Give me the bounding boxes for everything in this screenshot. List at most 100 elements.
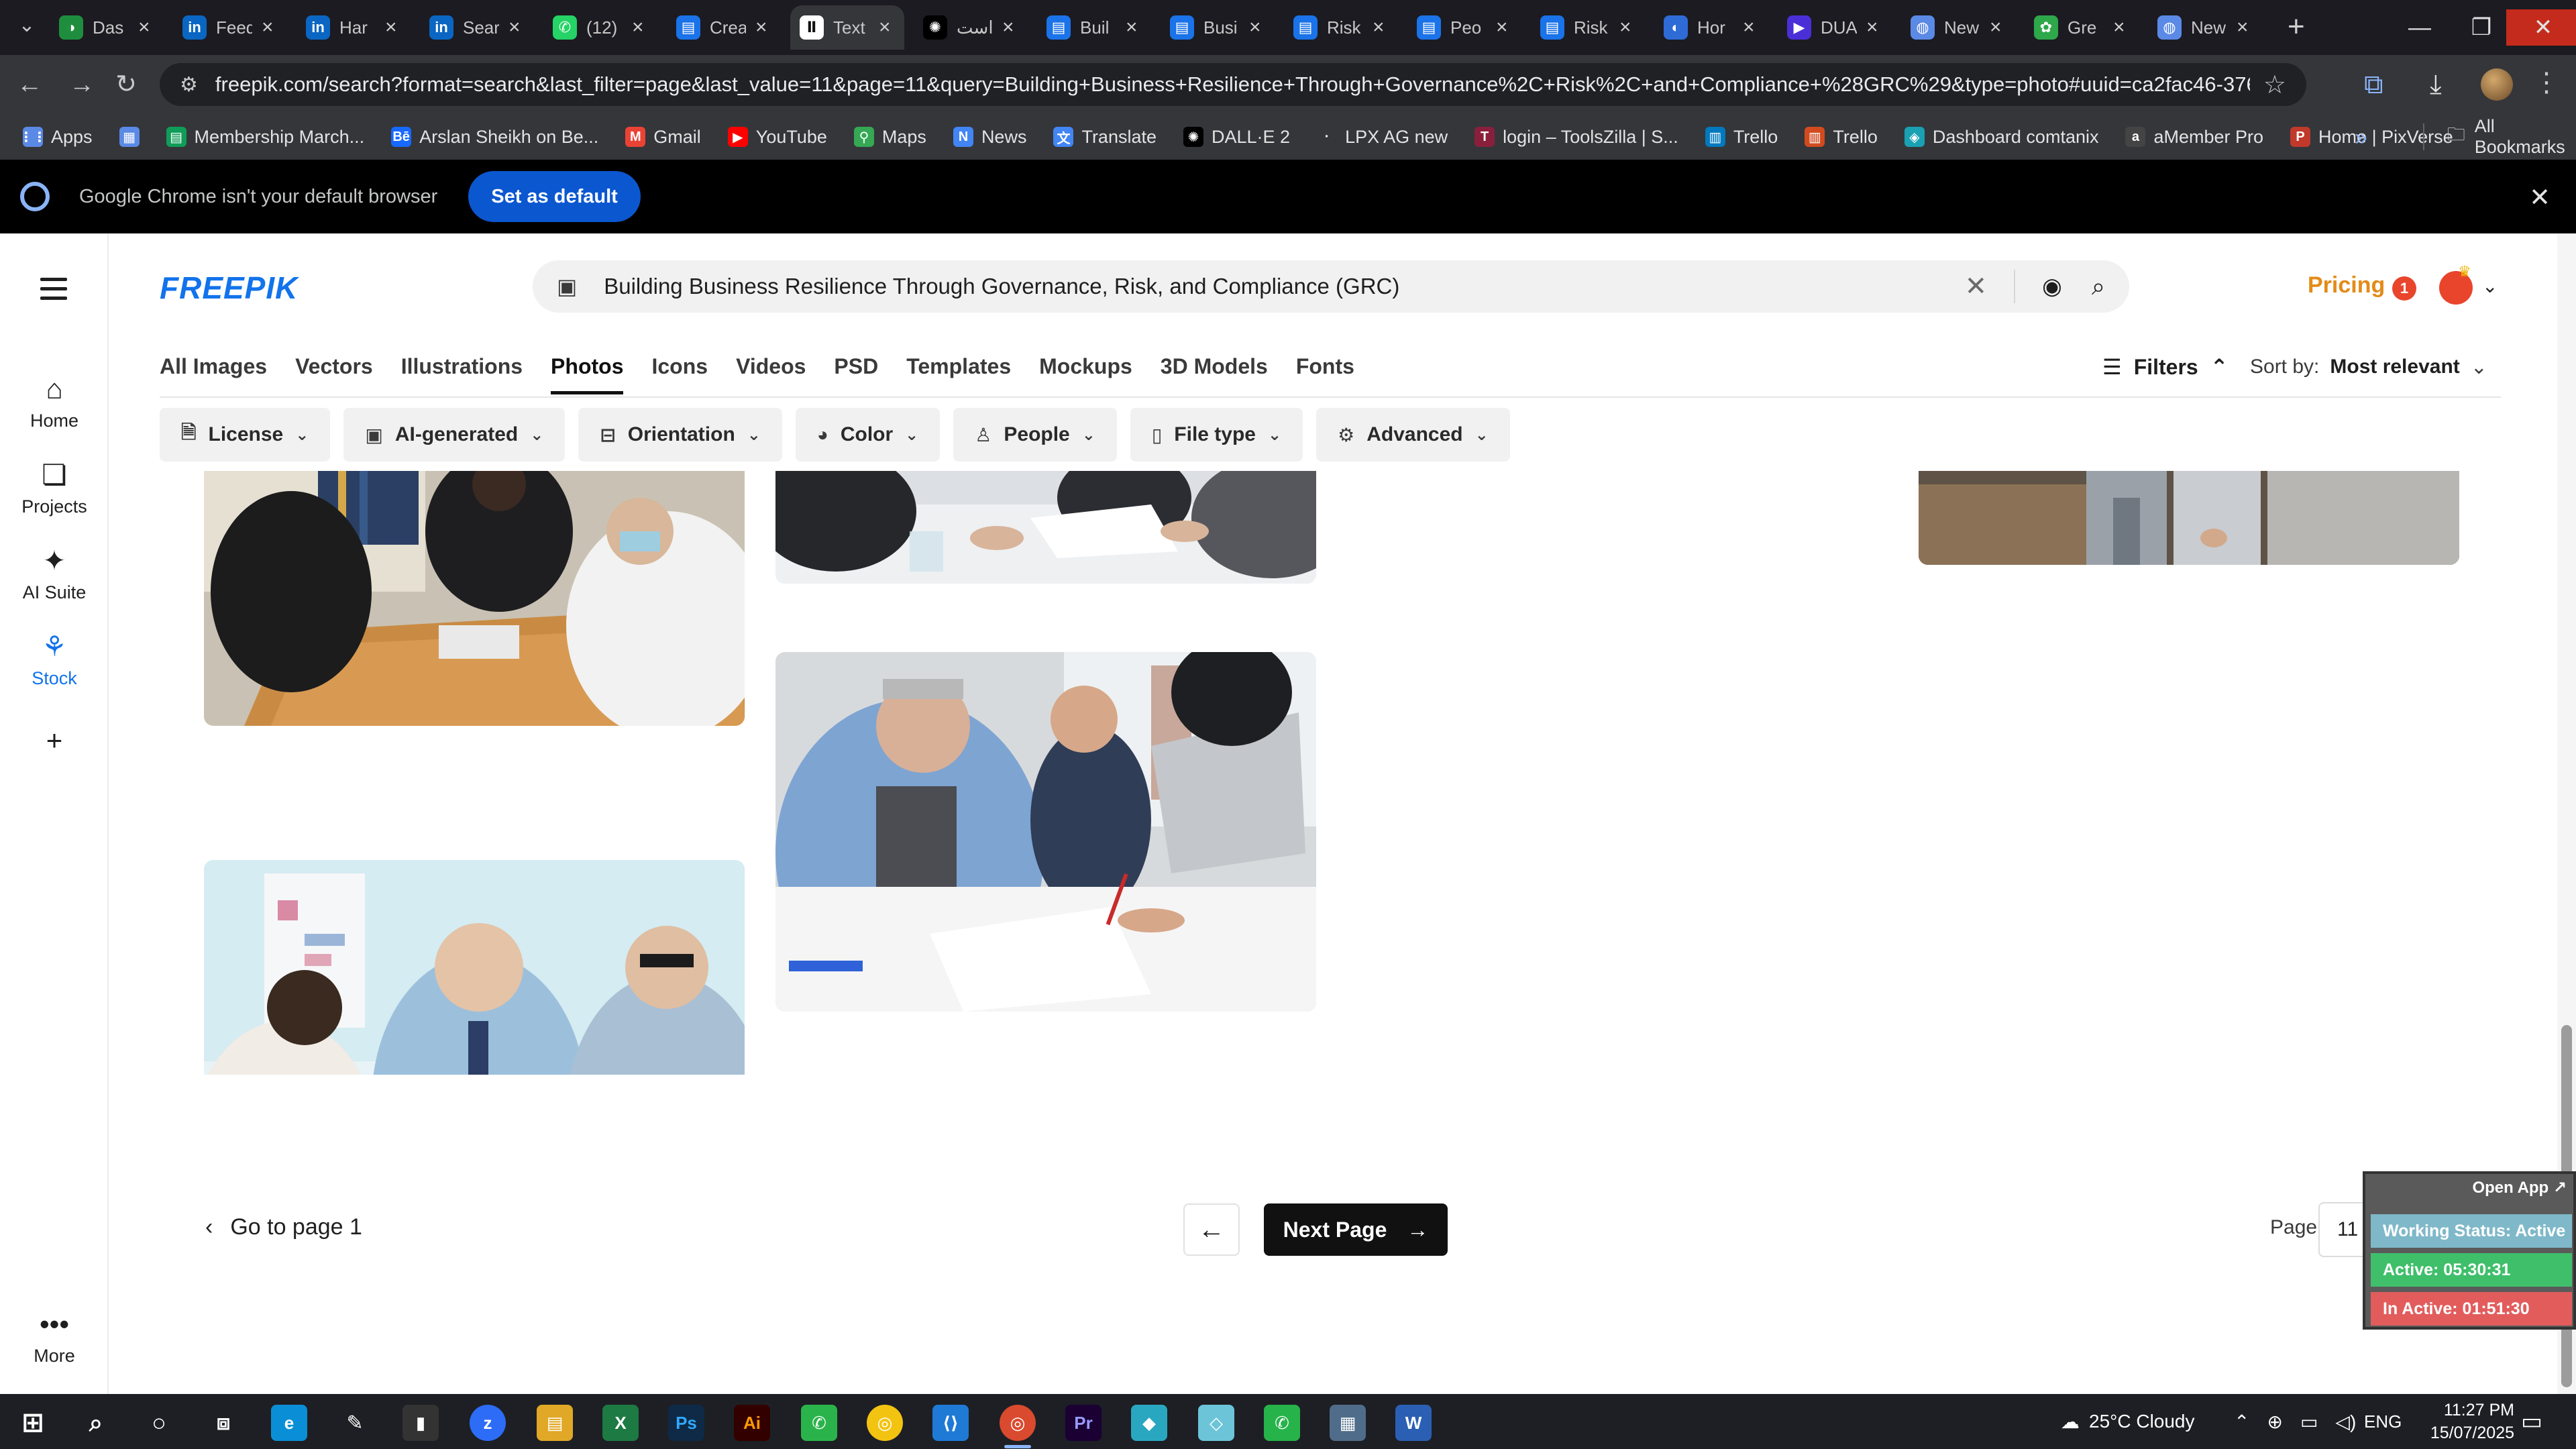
profile-avatar[interactable] <box>2481 68 2513 101</box>
notification-badge[interactable]: 1 <box>2392 276 2416 301</box>
network-icon[interactable]: ⊕ <box>2267 1411 2282 1433</box>
bookmark-item[interactable]: ◈ Dashboard comtanix <box>1904 127 2098 148</box>
close-tab-icon[interactable]: × <box>1496 16 1512 39</box>
bookmark-item[interactable]: · LPX AG new <box>1317 127 1448 148</box>
tab-photos[interactable]: Photos <box>551 354 624 394</box>
illustrator-icon[interactable]: Ai <box>734 1405 770 1441</box>
tab-search-icon[interactable]: ⌄ <box>15 13 39 38</box>
cortana-icon[interactable]: ○ <box>141 1405 177 1441</box>
bookmark-item[interactable]: ▥ Trello <box>1705 127 1778 148</box>
filter-file-type[interactable]: ▯ File type ⌄ <box>1130 408 1303 462</box>
download-icon[interactable]: ⤓ <box>2430 68 2442 101</box>
bookmark-item[interactable]: ⚲ Maps <box>853 127 926 148</box>
app-icon[interactable]: ◆ <box>1131 1405 1167 1441</box>
filter-advanced[interactable]: ⚙ Advanced ⌄ <box>1316 408 1510 462</box>
browser-tab[interactable]: in Feed × <box>173 5 287 50</box>
browser-tab[interactable]: ▤ Risk × <box>1531 5 1645 50</box>
bookmark-item[interactable]: ⋮⋮ Apps <box>19 127 93 148</box>
close-tab-icon[interactable]: × <box>2237 16 2253 39</box>
close-tab-icon[interactable]: × <box>262 16 278 39</box>
app-icon[interactable]: ◇ <box>1198 1405 1234 1441</box>
bookmark-item[interactable]: ▤ Membership March... <box>166 127 364 148</box>
browser-tab[interactable]: ▤ Busi × <box>1161 5 1275 50</box>
search-icon[interactable]: ⌕ <box>78 1405 114 1441</box>
photo-card[interactable] <box>204 860 745 1075</box>
previous-page-button[interactable]: ← <box>1183 1203 1240 1256</box>
pricing-link[interactable]: Pricing <box>2308 272 2385 299</box>
phone-icon[interactable]: ✆ <box>1264 1405 1300 1441</box>
bookmark-item[interactable]: ▥ Trello <box>1805 127 1878 148</box>
close-tab-icon[interactable]: × <box>632 16 648 39</box>
pen-icon[interactable]: ✎ <box>337 1405 373 1441</box>
browser-tab[interactable]: ✿ Gre × <box>2025 5 2139 50</box>
search-icon[interactable]: ⌕ <box>2092 272 2105 301</box>
back-button[interactable]: ← <box>12 67 47 102</box>
zoom-icon[interactable]: z <box>470 1405 506 1441</box>
sidebar-item-home[interactable]: ⌂ Home <box>0 372 109 431</box>
search-bar[interactable]: ▣ Building Business Resilience Through G… <box>533 260 2129 313</box>
tab-icons[interactable]: Icons <box>651 354 708 394</box>
vscode-icon[interactable]: ⟨⟩ <box>932 1405 969 1441</box>
chrome-menu-icon[interactable]: ⋮ <box>2533 67 2560 98</box>
browser-tab[interactable]: ✆ (12) × <box>543 5 657 50</box>
close-tab-icon[interactable]: × <box>1249 16 1265 39</box>
close-infobar-icon[interactable]: ✕ <box>2529 182 2551 213</box>
bookmark-item[interactable]: ▦ <box>119 127 140 147</box>
bookmark-item[interactable]: a aMember Pro <box>2125 127 2263 148</box>
chrome-icon[interactable]: ◎ <box>867 1405 903 1441</box>
tab-videos[interactable]: Videos <box>736 354 806 394</box>
browser-tab[interactable]: ▤ Risk × <box>1284 5 1398 50</box>
close-window-button[interactable]: ✕ <box>2506 9 2576 46</box>
tab-illustrations[interactable]: Illustrations <box>401 354 523 394</box>
search-input[interactable]: Building Business Resilience Through Gov… <box>604 274 1964 299</box>
task-view-icon[interactable]: ⧈ <box>205 1405 241 1441</box>
browser-tab[interactable]: ▤ Peo × <box>1407 5 1521 50</box>
freepik-logo[interactable]: FREEPIK <box>160 270 298 306</box>
close-tab-icon[interactable]: × <box>2113 16 2129 39</box>
chrome-active-icon[interactable]: ◎ <box>1000 1405 1036 1441</box>
reload-button[interactable]: ↻ <box>109 67 144 102</box>
sort-dropdown[interactable]: Sort by: Most relevant ⌄ <box>2250 356 2487 379</box>
browser-tab[interactable]: ◍ New × <box>1901 5 2015 50</box>
filter-orientation[interactable]: ⊟ Orientation ⌄ <box>578 408 782 462</box>
language-indicator[interactable]: ENG <box>2364 1394 2402 1449</box>
user-avatar[interactable]: ♛ <box>2439 263 2473 305</box>
bookmark-item[interactable]: N News <box>953 127 1026 148</box>
browser-tab[interactable]: ◑ Das × <box>50 5 164 50</box>
filter-color[interactable]: ◕ Color ⌄ <box>795 408 941 462</box>
filter-ai-generated[interactable]: ▣ AI-generated ⌄ <box>343 408 566 462</box>
notification-center-icon[interactable]: ▭ <box>2521 1394 2542 1449</box>
all-bookmarks[interactable]: 🗀 All Bookmarks <box>2423 114 2576 160</box>
url-text[interactable]: freepik.com/search?format=search&last_fi… <box>215 72 2250 97</box>
filter-license[interactable]: 🗎 License ⌄ <box>160 408 331 462</box>
new-tab-button[interactable]: + <box>2288 12 2305 42</box>
close-tab-icon[interactable]: × <box>879 16 895 39</box>
browser-tab[interactable]: ◍ New × <box>2148 5 2262 50</box>
browser-tab[interactable]: ◐ Hor × <box>1654 5 1768 50</box>
tab-vectors[interactable]: Vectors <box>295 354 373 394</box>
forward-button[interactable]: → <box>64 67 99 102</box>
chevron-up-icon[interactable]: ⌃ <box>2234 1411 2249 1433</box>
bookmark-item[interactable]: ✺ DALL·E 2 <box>1183 127 1290 148</box>
browser-tab[interactable]: Ⅱ Text × <box>790 5 904 50</box>
bookmark-item[interactable]: ▶ YouTube <box>727 127 827 148</box>
address-bar[interactable]: ⚙ freepik.com/search?format=search&last_… <box>160 63 2306 106</box>
close-tab-icon[interactable]: × <box>1373 16 1389 39</box>
browser-tab[interactable]: ▤ Buil × <box>1037 5 1151 50</box>
tab-fonts[interactable]: Fonts <box>1296 354 1354 394</box>
clear-search-icon[interactable]: ✕ <box>1965 271 1988 302</box>
close-tab-icon[interactable]: × <box>1990 16 2006 39</box>
close-tab-icon[interactable]: × <box>385 16 401 39</box>
tab-all-images[interactable]: All Images <box>160 354 267 394</box>
bookmark-item[interactable]: Bē Arslan Sheikh on Be... <box>391 127 598 148</box>
tab-3d-models[interactable]: 3D Models <box>1161 354 1268 394</box>
browser-tab[interactable]: in Har × <box>297 5 411 50</box>
phone-link-icon[interactable]: ✆ <box>801 1405 837 1441</box>
browser-tab[interactable]: ▤ Crea × <box>667 5 781 50</box>
calculator-icon[interactable]: ▦ <box>1330 1405 1366 1441</box>
tab-psd[interactable]: PSD <box>834 354 878 394</box>
open-app-link[interactable]: Open App ↗ <box>2472 1178 2567 1197</box>
close-tab-icon[interactable]: × <box>138 16 154 39</box>
word-icon[interactable]: W <box>1395 1405 1432 1441</box>
premiere-icon[interactable]: Pr <box>1065 1405 1102 1441</box>
